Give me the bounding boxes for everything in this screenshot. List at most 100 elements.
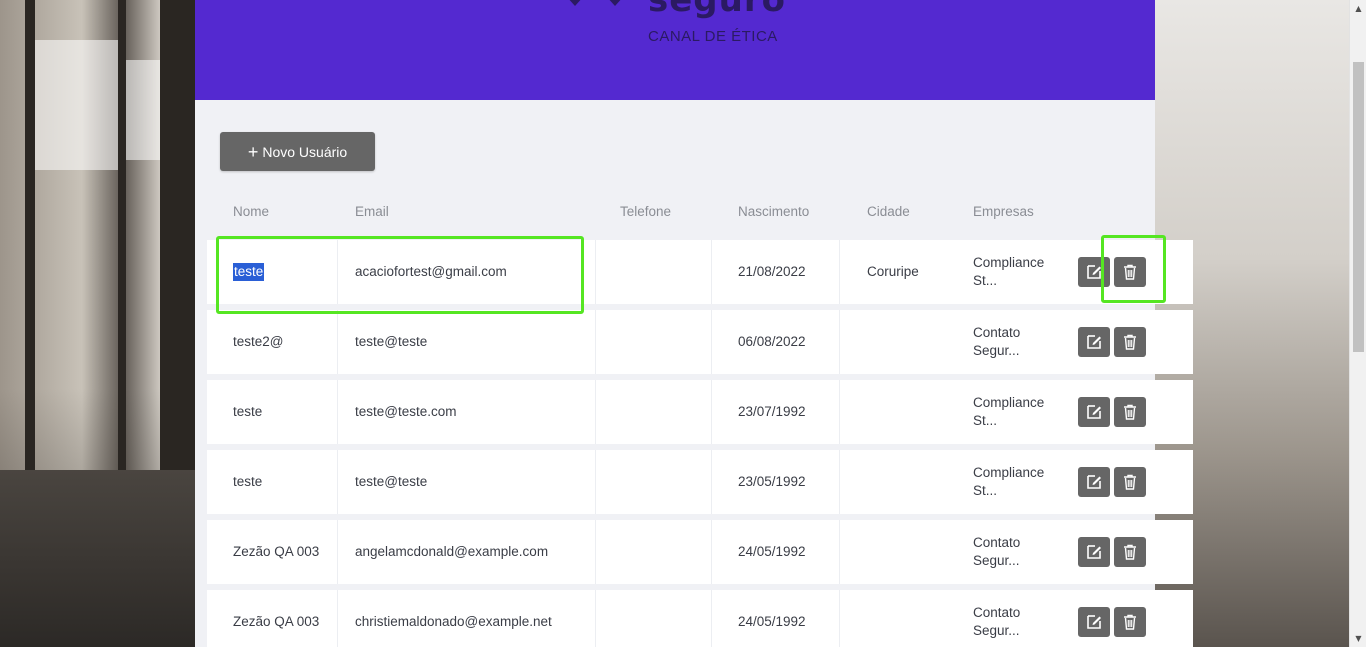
page-scrollbar[interactable]: ▲ ▼ <box>1349 0 1366 647</box>
cell-nascimento: 24/05/1992 <box>738 614 806 629</box>
cell-divider <box>711 520 712 584</box>
edit-icon <box>1087 335 1101 349</box>
cell-divider <box>337 310 338 374</box>
cell-cidade <box>867 520 967 584</box>
delete-button[interactable] <box>1114 467 1146 497</box>
cell-nascimento: 21/08/2022 <box>738 264 806 279</box>
cell-email: acaciofortest@gmail.com <box>355 264 507 279</box>
selected-text: teste <box>233 263 265 281</box>
cell-telefone <box>620 520 720 584</box>
scroll-down-arrow-icon[interactable]: ▼ <box>1350 630 1366 647</box>
cell-nascimento: 23/07/1992 <box>738 404 806 419</box>
cell-nome: Zezão QA 003 <box>233 544 320 559</box>
cell-divider <box>839 450 840 514</box>
cell-empresas: Contato Segur... <box>973 325 1021 358</box>
edit-icon <box>1087 405 1101 419</box>
cell-email: teste@teste <box>355 334 428 349</box>
cell-divider <box>839 590 840 647</box>
table-row[interactable]: Zezão QA 003 angelamcdonald@example.com 24… <box>207 520 1193 584</box>
table-header: Nome Email Telefone Nascimento Cidade Em… <box>195 202 1155 222</box>
cell-divider <box>711 590 712 647</box>
cell-divider <box>839 310 840 374</box>
cell-empresas: Compliance St... <box>973 465 1045 498</box>
table-row[interactable]: teste teste@teste.com 23/07/1992 Compliance… <box>207 380 1193 444</box>
table-row[interactable]: Zezão QA 003 christiemaldonado@example.ne… <box>207 590 1193 647</box>
column-header-telefone[interactable]: Telefone <box>620 204 671 219</box>
table-row[interactable]: teste2@ teste@teste 06/08/2022 Contato Segu… <box>207 310 1193 374</box>
column-header-email[interactable]: Email <box>355 204 389 219</box>
delete-button[interactable] <box>1114 327 1146 357</box>
logo-icon <box>569 0 621 6</box>
cell-nascimento: 24/05/1992 <box>738 544 806 559</box>
cell-divider <box>839 520 840 584</box>
logo-subtitle: CANAL DE ÉTICA <box>648 28 778 45</box>
cell-divider <box>595 240 596 304</box>
column-header-empresas[interactable]: Empresas <box>973 204 1034 219</box>
scroll-up-arrow-icon[interactable]: ▲ <box>1350 0 1366 17</box>
cell-email: teste@teste.com <box>355 404 457 419</box>
cell-divider <box>711 310 712 374</box>
cell-empresas: Compliance St... <box>973 395 1045 428</box>
trash-icon <box>1124 544 1136 560</box>
cell-nome: teste <box>233 474 263 489</box>
delete-button[interactable] <box>1114 397 1146 427</box>
cell-email: angelamcdonald@example.com <box>355 544 549 559</box>
edit-button[interactable] <box>1078 537 1110 567</box>
cell-divider <box>711 240 712 304</box>
cell-divider <box>711 450 712 514</box>
edit-icon <box>1087 475 1101 489</box>
cell-email: teste@teste <box>355 474 428 489</box>
cell-divider <box>595 520 596 584</box>
edit-button[interactable] <box>1078 467 1110 497</box>
edit-button[interactable] <box>1078 607 1110 637</box>
edit-button[interactable] <box>1078 397 1110 427</box>
cell-nome: Zezão QA 003 <box>233 614 320 629</box>
new-user-button[interactable]: + Novo Usuário <box>220 132 375 171</box>
delete-button[interactable] <box>1114 257 1146 287</box>
cell-empresas: Contato Segur... <box>973 605 1021 638</box>
cell-email: christiemaldonado@example.net <box>355 614 552 629</box>
delete-button[interactable] <box>1114 537 1146 567</box>
cell-nascimento: 06/08/2022 <box>738 334 806 349</box>
cell-telefone <box>620 590 720 647</box>
cell-cidade <box>867 450 967 514</box>
cell-divider <box>595 310 596 374</box>
trash-icon <box>1124 404 1136 420</box>
cell-nome: teste <box>233 404 263 419</box>
column-header-cidade[interactable]: Cidade <box>867 204 910 219</box>
table-row[interactable]: teste acaciofortest@gmail.com 21/08/2022 Co… <box>207 240 1193 304</box>
edit-button[interactable] <box>1078 327 1110 357</box>
new-user-label: Novo Usuário <box>262 143 348 160</box>
logo-wordmark: seguro <box>648 0 786 20</box>
trash-icon <box>1124 334 1136 350</box>
cell-divider <box>337 520 338 584</box>
cell-divider <box>337 590 338 647</box>
cell-telefone <box>620 240 720 304</box>
trash-icon <box>1124 614 1136 630</box>
cell-cidade <box>867 590 967 647</box>
trash-icon <box>1124 474 1136 490</box>
column-header-nome[interactable]: Nome <box>233 204 269 219</box>
cell-telefone <box>620 380 720 444</box>
cell-divider <box>595 380 596 444</box>
edit-icon <box>1087 265 1101 279</box>
cell-nome: teste2@ <box>233 334 284 349</box>
edit-icon <box>1087 615 1101 629</box>
cell-cidade <box>867 380 967 444</box>
cell-empresas: Contato Segur... <box>973 535 1021 568</box>
cell-divider <box>337 450 338 514</box>
cell-nome: teste <box>233 240 333 304</box>
edit-button[interactable] <box>1078 257 1110 287</box>
delete-button[interactable] <box>1114 607 1146 637</box>
column-header-nascimento[interactable]: Nascimento <box>738 204 809 219</box>
edit-icon <box>1087 545 1101 559</box>
table-row[interactable]: teste teste@teste 23/05/1992 Compliance St.… <box>207 450 1193 514</box>
cell-divider <box>595 450 596 514</box>
cell-divider <box>595 590 596 647</box>
cell-divider <box>711 380 712 444</box>
cell-telefone <box>620 310 720 374</box>
cell-cidade: Coruripe <box>867 264 919 279</box>
scrollbar-thumb[interactable] <box>1353 62 1364 352</box>
cell-telefone <box>620 450 720 514</box>
cell-empresas: Compliance St... <box>973 255 1045 288</box>
